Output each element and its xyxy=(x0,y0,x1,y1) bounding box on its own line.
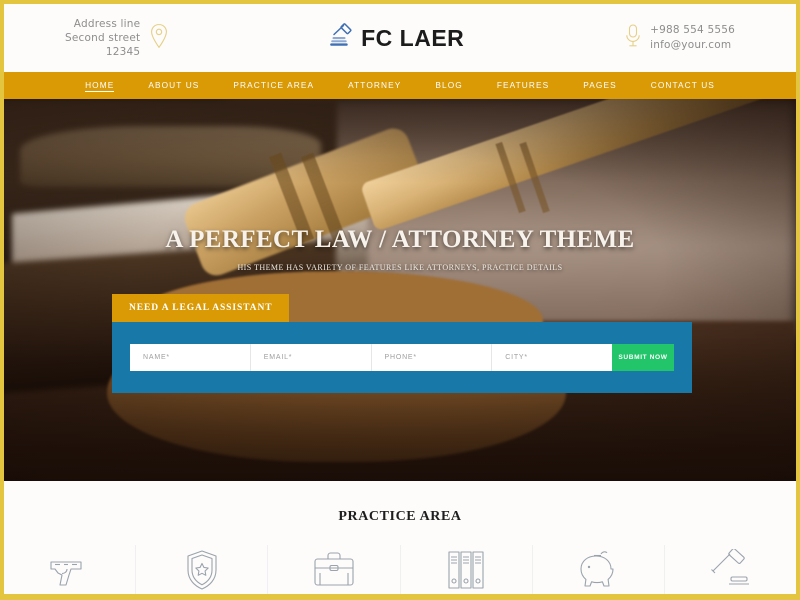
hero-title: A PERFECT LAW / ATTORNEY THEME xyxy=(165,226,635,253)
phone-field-wrap xyxy=(372,344,493,371)
top-bar: Address line Second street 12345 FC LAER… xyxy=(4,4,796,72)
piggy-bank-icon xyxy=(576,549,620,594)
gavel-icon xyxy=(709,548,751,594)
practice-item-protection[interactable] xyxy=(136,545,269,594)
nav-item-contact-us[interactable]: CONTACT US xyxy=(634,72,732,99)
legal-assistant-form: NEED A LEGAL ASSISTANT SUBMIT NOW xyxy=(112,294,692,393)
practice-icon-grid xyxy=(4,545,796,594)
practice-area-section: PRACTICE AREA xyxy=(4,481,796,594)
address-text: Address line Second street 12345 xyxy=(65,17,140,59)
form-tab-label: NEED A LEGAL ASSISTANT xyxy=(112,294,290,322)
shield-star-icon xyxy=(185,549,219,594)
address-block: Address line Second street 12345 xyxy=(65,17,169,59)
nav-item-pages[interactable]: PAGES xyxy=(566,72,633,99)
hero-copy: A PERFECT LAW / ATTORNEY THEME HIS THEME… xyxy=(4,226,796,272)
nav-item-about-us[interactable]: ABOUT US xyxy=(131,72,216,99)
phone-number[interactable]: +988 554 5556 xyxy=(650,23,735,38)
form-row: SUBMIT NOW xyxy=(130,344,674,371)
hero-subtitle: HIS THEME HAS VARIETY OF FEATURES LIKE A… xyxy=(237,263,563,272)
contact-text: +988 554 5556 info@your.com xyxy=(650,23,735,53)
site-logo[interactable]: FC LAER xyxy=(330,22,465,54)
map-pin-icon xyxy=(149,23,169,54)
submit-now-button[interactable]: SUBMIT NOW xyxy=(612,344,674,371)
brand-name: FC LAER xyxy=(361,24,465,51)
gun-icon xyxy=(47,549,93,594)
form-body: SUBMIT NOW xyxy=(112,322,692,393)
email-input[interactable] xyxy=(263,354,358,361)
hero-banner: A PERFECT LAW / ATTORNEY THEME HIS THEME… xyxy=(4,99,796,481)
file-binders-icon xyxy=(447,549,485,594)
city-input[interactable] xyxy=(505,354,599,361)
practice-item-litigation[interactable] xyxy=(665,545,796,594)
name-field-wrap xyxy=(130,344,251,371)
briefcase-icon xyxy=(312,549,356,594)
email-address[interactable]: info@your.com xyxy=(650,38,735,53)
practice-item-documents[interactable] xyxy=(401,545,533,594)
nav-item-home[interactable]: HOME xyxy=(68,72,131,99)
main-navigation: HOME ABOUT US PRACTICE AREA ATTORNEY BLO… xyxy=(4,72,796,99)
nav-item-features[interactable]: FEATURES xyxy=(480,72,566,99)
address-line-1: Address line xyxy=(73,18,141,30)
nav-item-practice-area[interactable]: PRACTICE AREA xyxy=(216,72,331,99)
page-content: Address line Second street 12345 FC LAER… xyxy=(4,4,796,594)
nav-item-attorney[interactable]: ATTORNEY xyxy=(331,72,418,99)
practice-item-criminal[interactable] xyxy=(4,545,137,594)
address-line-3: 12345 xyxy=(105,46,141,58)
gavel-icon xyxy=(330,22,356,54)
name-input[interactable] xyxy=(143,354,237,361)
nav-item-blog[interactable]: BLOG xyxy=(418,72,479,99)
nav-list: HOME ABOUT US PRACTICE AREA ATTORNEY BLO… xyxy=(68,72,732,99)
practice-item-business[interactable] xyxy=(268,545,401,594)
city-field-wrap xyxy=(492,344,612,371)
email-field-wrap xyxy=(251,344,372,371)
contact-block: +988 554 5556 info@your.com xyxy=(625,23,735,54)
phone-input[interactable] xyxy=(384,354,479,361)
phone-icon xyxy=(625,23,641,54)
hero-gavel-photo xyxy=(4,99,796,481)
practice-item-finance[interactable] xyxy=(533,545,665,594)
page-frame: Address line Second street 12345 FC LAER… xyxy=(0,0,800,600)
practice-area-title: PRACTICE AREA xyxy=(338,509,462,524)
address-line-2: Second street xyxy=(65,32,141,44)
